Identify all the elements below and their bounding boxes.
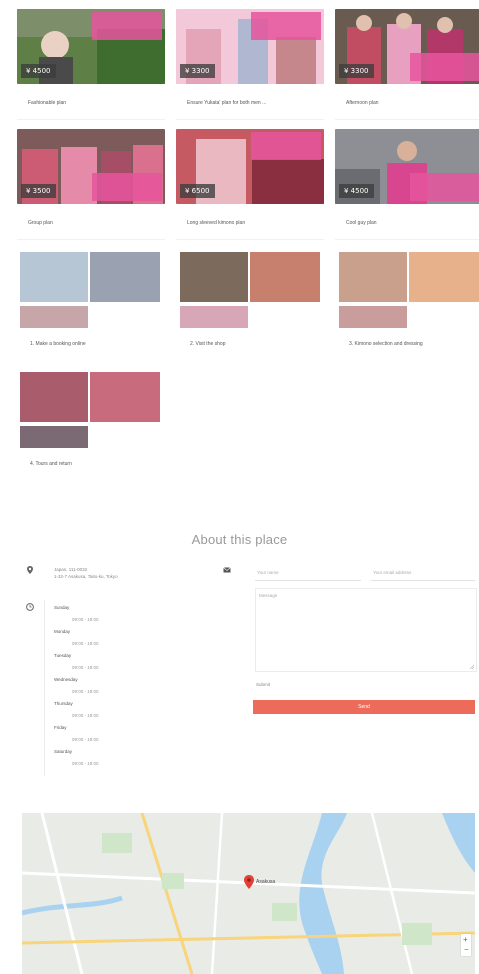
day-hours: 09:00 - 19:00 [72, 617, 99, 622]
step-title: 2. Visit the shop [190, 341, 226, 347]
price-badge: ¥ 3300 [180, 64, 215, 78]
plan-thumbnail: ¥ 3500 [17, 129, 165, 204]
step-title: 3. Kimono selection and dressing [349, 341, 423, 347]
zoom-control[interactable]: + − [461, 934, 471, 956]
plan-title: Group plan [28, 220, 53, 226]
name-field[interactable]: Your name [255, 566, 361, 581]
step-photo [180, 252, 248, 302]
section-title: About this place [191, 532, 288, 547]
day-name: Monday [54, 629, 71, 634]
plan-card[interactable]: ¥ 6500 Long sleeved kimono plan [176, 129, 324, 240]
day-name: Saturday [54, 749, 73, 754]
plan-thumbnail: ¥ 3300 [176, 9, 324, 84]
day-name: Sunday [54, 605, 70, 610]
day-hours: 09:00 - 19:00 [72, 641, 99, 646]
email-placeholder: Your email address [373, 570, 412, 575]
price-badge: ¥ 4500 [339, 184, 374, 198]
zoom-out-icon[interactable]: − [464, 945, 469, 955]
price-badge: ¥ 3500 [21, 184, 56, 198]
address-line: 1-32-7 Asakusa, Taito-ku, Tokyo [54, 574, 118, 579]
promo-label [92, 173, 162, 201]
promo-label [92, 12, 162, 40]
promo-label [410, 173, 479, 201]
step-photo [90, 252, 160, 302]
plan-thumbnail: ¥ 6500 [176, 129, 324, 204]
plan-title: Afternoon plan [346, 100, 379, 106]
step-photo [339, 306, 407, 328]
mail-icon [223, 567, 231, 573]
plan-card[interactable]: ¥ 4500 Cool guy plan [335, 129, 479, 240]
promo-label [251, 132, 321, 160]
message-placeholder: Message [259, 593, 278, 598]
address-line: Japan, 111-0032 [54, 567, 88, 572]
step-photo [250, 252, 320, 302]
plan-card[interactable]: ¥ 4500 Fashionable plan [17, 9, 165, 120]
day-hours: 09:00 - 19:00 [72, 689, 99, 694]
plan-title: Long sleeved kimono plan [187, 220, 246, 226]
step-photo [20, 252, 88, 302]
map-canvas[interactable] [22, 813, 475, 974]
plan-card[interactable]: ¥ 3300 Ensure Yukata' plan for both men … [176, 9, 324, 120]
day-hours: 09:00 - 19:00 [72, 737, 99, 742]
step-photo [20, 426, 88, 448]
day-name: Thursday [54, 701, 73, 706]
plan-title: Cool guy plan [346, 220, 377, 226]
promo-label [251, 12, 321, 40]
step-photo [90, 372, 160, 422]
plan-card[interactable]: ¥ 3300 Afternoon plan [335, 9, 479, 120]
divider [17, 119, 165, 120]
price-badge: ¥ 4500 [21, 64, 56, 78]
divider [335, 119, 479, 120]
promo-label [410, 53, 479, 81]
resize-handle-icon[interactable] [469, 664, 474, 669]
price-badge: ¥ 3300 [339, 64, 374, 78]
step-photo [409, 252, 479, 302]
hours-divider [44, 600, 45, 776]
step-photo [339, 252, 407, 302]
step-title: 4. Tours and return [30, 461, 72, 467]
step-title: 1. Make a booking online [30, 341, 86, 347]
plan-thumbnail: ¥ 3300 [335, 9, 479, 84]
day-name: Tuesday [54, 653, 72, 658]
day-hours: 09:00 - 19:00 [72, 665, 99, 670]
step-photo [20, 306, 88, 328]
email-field[interactable]: Your email address [371, 566, 475, 581]
message-textarea[interactable]: Message [255, 588, 477, 672]
divider [176, 239, 324, 240]
zoom-in-icon[interactable]: + [463, 935, 468, 945]
plan-thumbnail: ¥ 4500 [17, 9, 165, 84]
location-pin-icon [27, 566, 33, 574]
send-button[interactable]: Send [253, 700, 475, 714]
divider [17, 239, 165, 240]
divider [176, 119, 324, 120]
step-photo [20, 372, 88, 422]
map-pin-icon[interactable] [244, 875, 254, 889]
clock-icon [26, 603, 34, 611]
plan-card[interactable]: ¥ 3500 Group plan [17, 129, 165, 240]
day-name: Wednesday [54, 677, 78, 682]
captcha-label: Submit [256, 682, 271, 687]
day-hours: 09:00 - 19:00 [72, 761, 99, 766]
plan-thumbnail: ¥ 4500 [335, 129, 479, 204]
step-photo [180, 306, 248, 328]
divider [335, 239, 479, 240]
plan-title: Fashionable plan [28, 100, 67, 106]
day-hours: 09:00 - 19:00 [72, 713, 99, 718]
day-name: Friday [54, 725, 67, 730]
plan-title: Ensure Yukata' plan for both men ... [187, 100, 267, 106]
price-badge: ¥ 6500 [180, 184, 215, 198]
map-pin-label: Asakusa [256, 879, 276, 885]
name-placeholder: Your name [257, 570, 279, 575]
map[interactable]: Asakusa + − [22, 813, 475, 974]
